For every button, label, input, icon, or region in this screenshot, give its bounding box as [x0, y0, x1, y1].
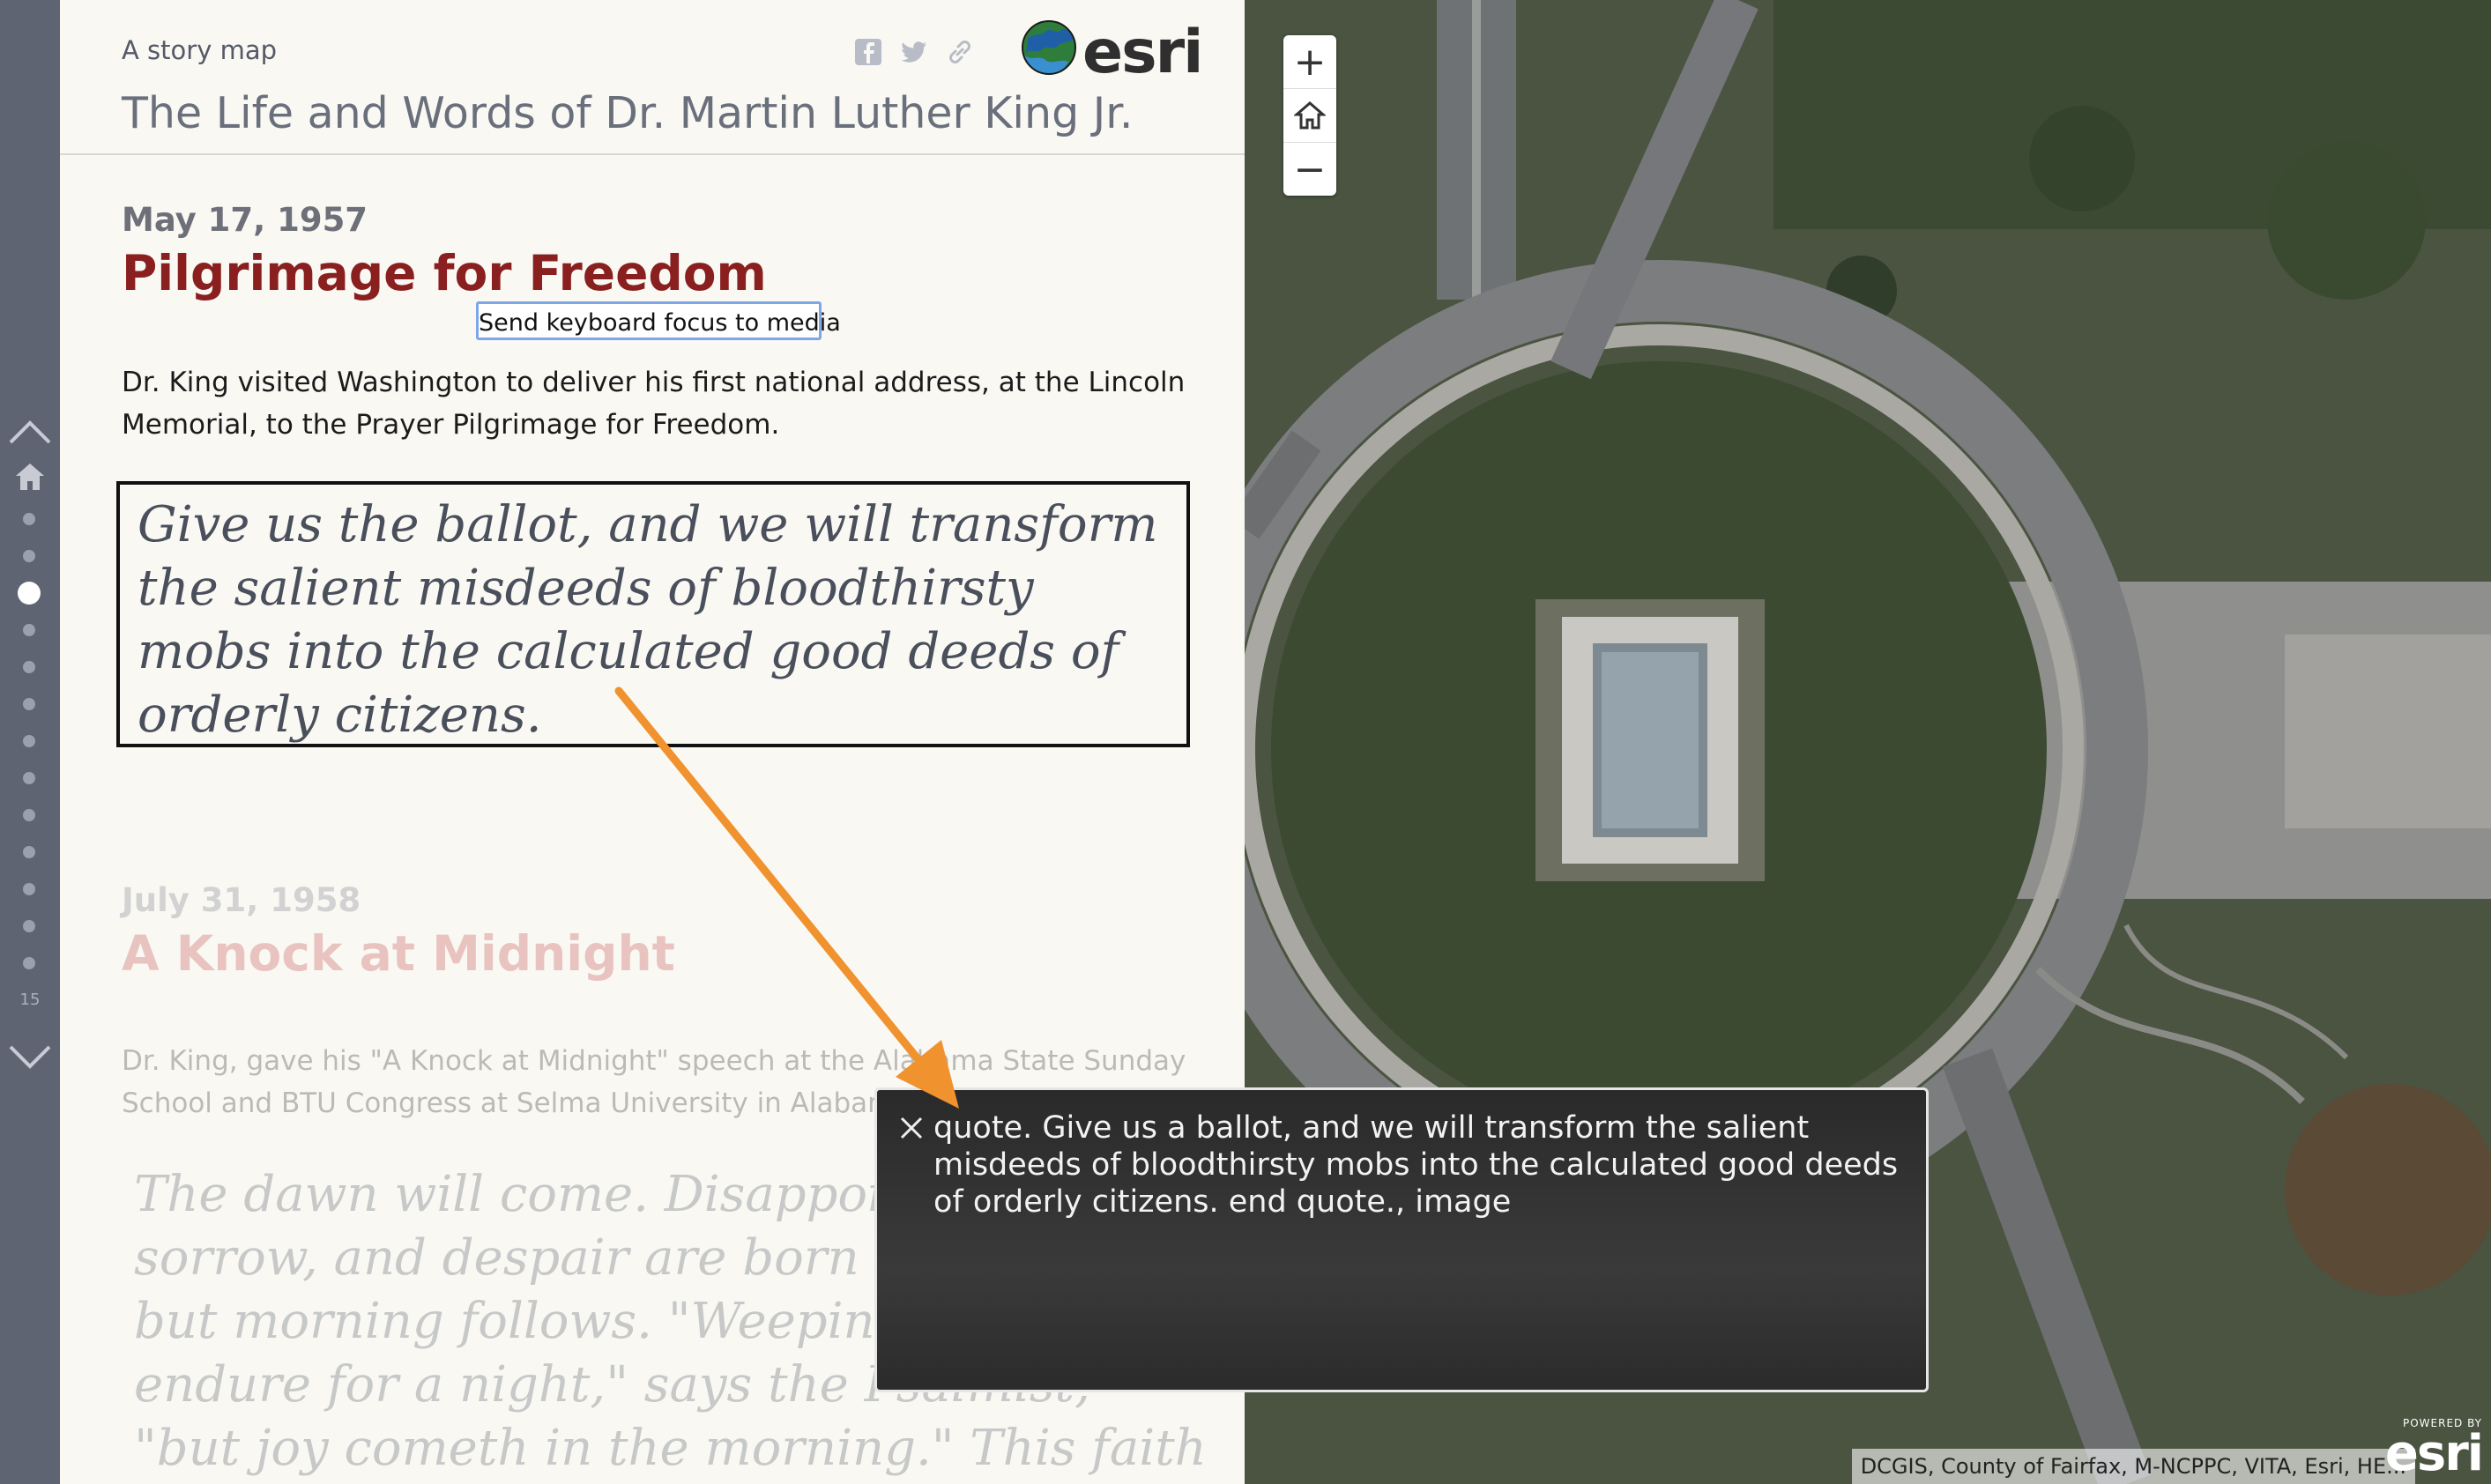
section-date: May 17, 1957 [122, 201, 368, 239]
section-body: Dr. King visited Washington to deliver h… [122, 367, 1186, 441]
quote-block: Give us the ballot, and we will transfor… [116, 481, 1190, 747]
story-title: The Life and Words of Dr. Martin Luther … [122, 88, 1134, 138]
nav-dot-2[interactable] [23, 550, 35, 562]
section-headline: Pilgrimage for Freedom [122, 245, 767, 301]
nav-dot-7[interactable] [23, 735, 35, 747]
zoom-in-button[interactable]: + [1283, 35, 1336, 89]
chevron-down-icon[interactable] [7, 1040, 53, 1075]
nav-dot-12[interactable] [23, 920, 35, 932]
zoom-control: + − [1283, 35, 1336, 196]
map-attribution: DCGIS, County of Fairfax, M-NCPPC, VITA,… [1851, 1449, 2415, 1484]
section-date-2: July 31, 1958 [122, 881, 361, 919]
facebook-icon[interactable] [853, 37, 883, 67]
nav-dot-4[interactable] [23, 624, 35, 636]
quote-text: Give us the ballot, and we will transfor… [138, 496, 1158, 744]
nav-dot-10[interactable] [23, 846, 35, 858]
powered-by-logo: esri [2384, 1425, 2484, 1482]
nav-dot-11[interactable] [23, 883, 35, 895]
nav-dot-6[interactable] [23, 698, 35, 710]
home-icon [1294, 101, 1326, 130]
story-subtitle: A story map [122, 35, 278, 65]
close-icon[interactable] [898, 1115, 925, 1141]
nav-count: 15 [19, 991, 41, 1009]
zoom-out-button[interactable]: − [1283, 143, 1336, 196]
esri-logo-text: esri [1082, 18, 1203, 87]
screen-reader-caption-text: quote. Give us a ballot, and we will tra… [933, 1110, 1899, 1220]
nav-dot-5[interactable] [23, 661, 35, 673]
twitter-icon[interactable] [899, 37, 929, 67]
nav-dot-8[interactable] [23, 772, 35, 784]
link-icon[interactable] [945, 37, 975, 67]
story-header: A story map The Life and Words of Dr. Ma… [60, 0, 1245, 155]
nav-dot-1[interactable] [23, 513, 35, 525]
send-focus-to-media-button[interactable]: Send keyboard focus to media [476, 301, 841, 340]
chevron-up-icon[interactable] [7, 414, 53, 449]
screen-reader-caption: quote. Give us a ballot, and we will tra… [874, 1087, 1929, 1392]
nav-dot-active[interactable] [18, 582, 41, 605]
nav-dot-13[interactable] [23, 957, 35, 969]
globe-icon [1022, 20, 1076, 75]
powered-by-esri[interactable]: POWERED BY esri [2378, 1417, 2484, 1482]
story-nav-rail: 15 [0, 0, 60, 1484]
home-icon[interactable] [14, 462, 46, 492]
esri-logo[interactable]: esri [1021, 16, 1203, 87]
nav-dot-9[interactable] [23, 809, 35, 821]
home-extent-button[interactable] [1283, 89, 1336, 143]
section-headline-2: A Knock at Midnight [122, 925, 675, 982]
